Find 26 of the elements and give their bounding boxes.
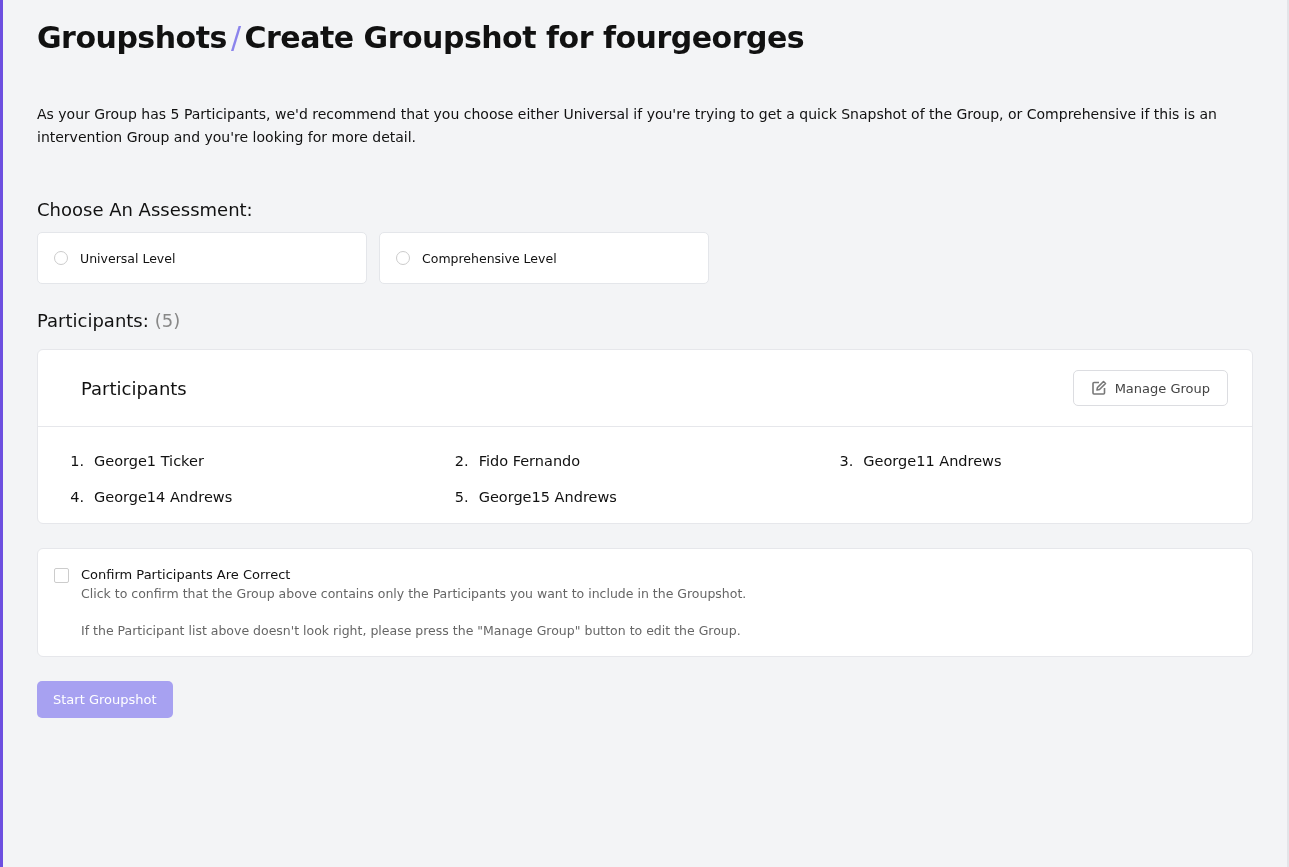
list-number: 1. — [69, 453, 84, 469]
breadcrumb-separator: / — [230, 20, 241, 55]
assessment-option[interactable]: Comprehensive Level — [379, 232, 709, 284]
card-title: Participants — [81, 377, 187, 399]
participant-name: Fido Fernando — [478, 453, 581, 469]
participant-name: George14 Andrews — [94, 489, 233, 505]
help-text: If the Participant list above doesn't look right, please press the "Manage Group" button to edit the Group. — [81, 623, 742, 638]
list-number: 3. — [838, 453, 854, 469]
list-number: 2. — [453, 453, 469, 469]
checkbox[interactable] — [54, 568, 69, 583]
section-heading: Choose An Assessment: — [37, 199, 254, 220]
checkbox-label: Confirm Participants Are Correct — [81, 567, 292, 582]
list-number: 5. — [453, 489, 469, 505]
participant-name: George15 Andrews — [478, 489, 617, 505]
manage-group-button[interactable]: Manage Group — [1072, 370, 1228, 406]
section-heading: Participants: — [37, 310, 149, 331]
edit-icon — [1090, 380, 1107, 396]
intro-paragraph: As your Group has 5 Participants, we'd recommend that you choose either Universal if you're trying to get a quick Snapshot of the Group, or Comprehensive if this is an intervention Group and you're looking for more detail. — [37, 105, 1218, 147]
assessment-option[interactable]: Universal Level — [37, 232, 367, 284]
participant-name: George1 Ticker — [94, 453, 204, 469]
list-number: 4. — [69, 489, 84, 505]
participant-name: George11 Andrews — [863, 453, 1002, 469]
breadcrumb-link[interactable]: Groupshots — [37, 20, 227, 55]
confirm-description: Click to confirm that the Group above contains only the Participants you want to include in the Groupshot. — [81, 586, 747, 601]
page-title: Create Groupshot for fourgeorges — [244, 20, 805, 55]
participant-count: (5) — [154, 310, 181, 331]
